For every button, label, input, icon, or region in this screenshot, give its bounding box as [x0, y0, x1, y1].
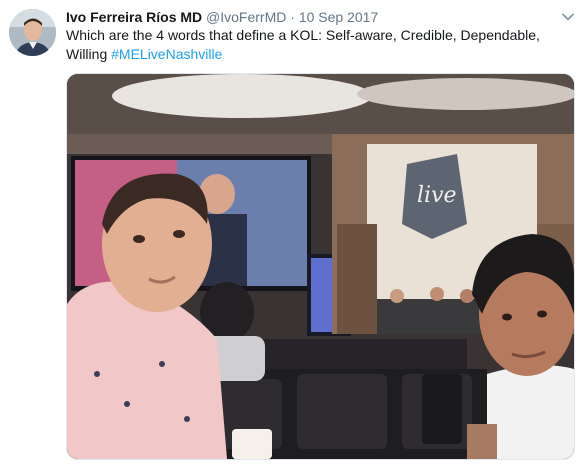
separator-dot: · — [290, 9, 295, 25]
selfie-image: live — [67, 74, 574, 459]
avatar[interactable] — [9, 9, 56, 56]
author-handle[interactable]: @IvoFerrMD — [206, 9, 286, 25]
svg-text:live: live — [417, 183, 457, 208]
tweet-date[interactable]: 10 Sep 2017 — [299, 9, 378, 25]
author-name[interactable]: Ivo Ferreira Ríos MD — [66, 9, 202, 25]
hashtag-link[interactable]: #MELiveNashville — [111, 46, 222, 62]
tweet-photo[interactable]: live — [66, 73, 575, 460]
tweet-text: Which are the 4 words that define a KOL:… — [66, 26, 566, 64]
chevron-down-icon[interactable] — [561, 10, 575, 24]
tweet-header: Ivo Ferreira Ríos MD @IvoFerrMD · 10 Sep… — [66, 8, 378, 26]
